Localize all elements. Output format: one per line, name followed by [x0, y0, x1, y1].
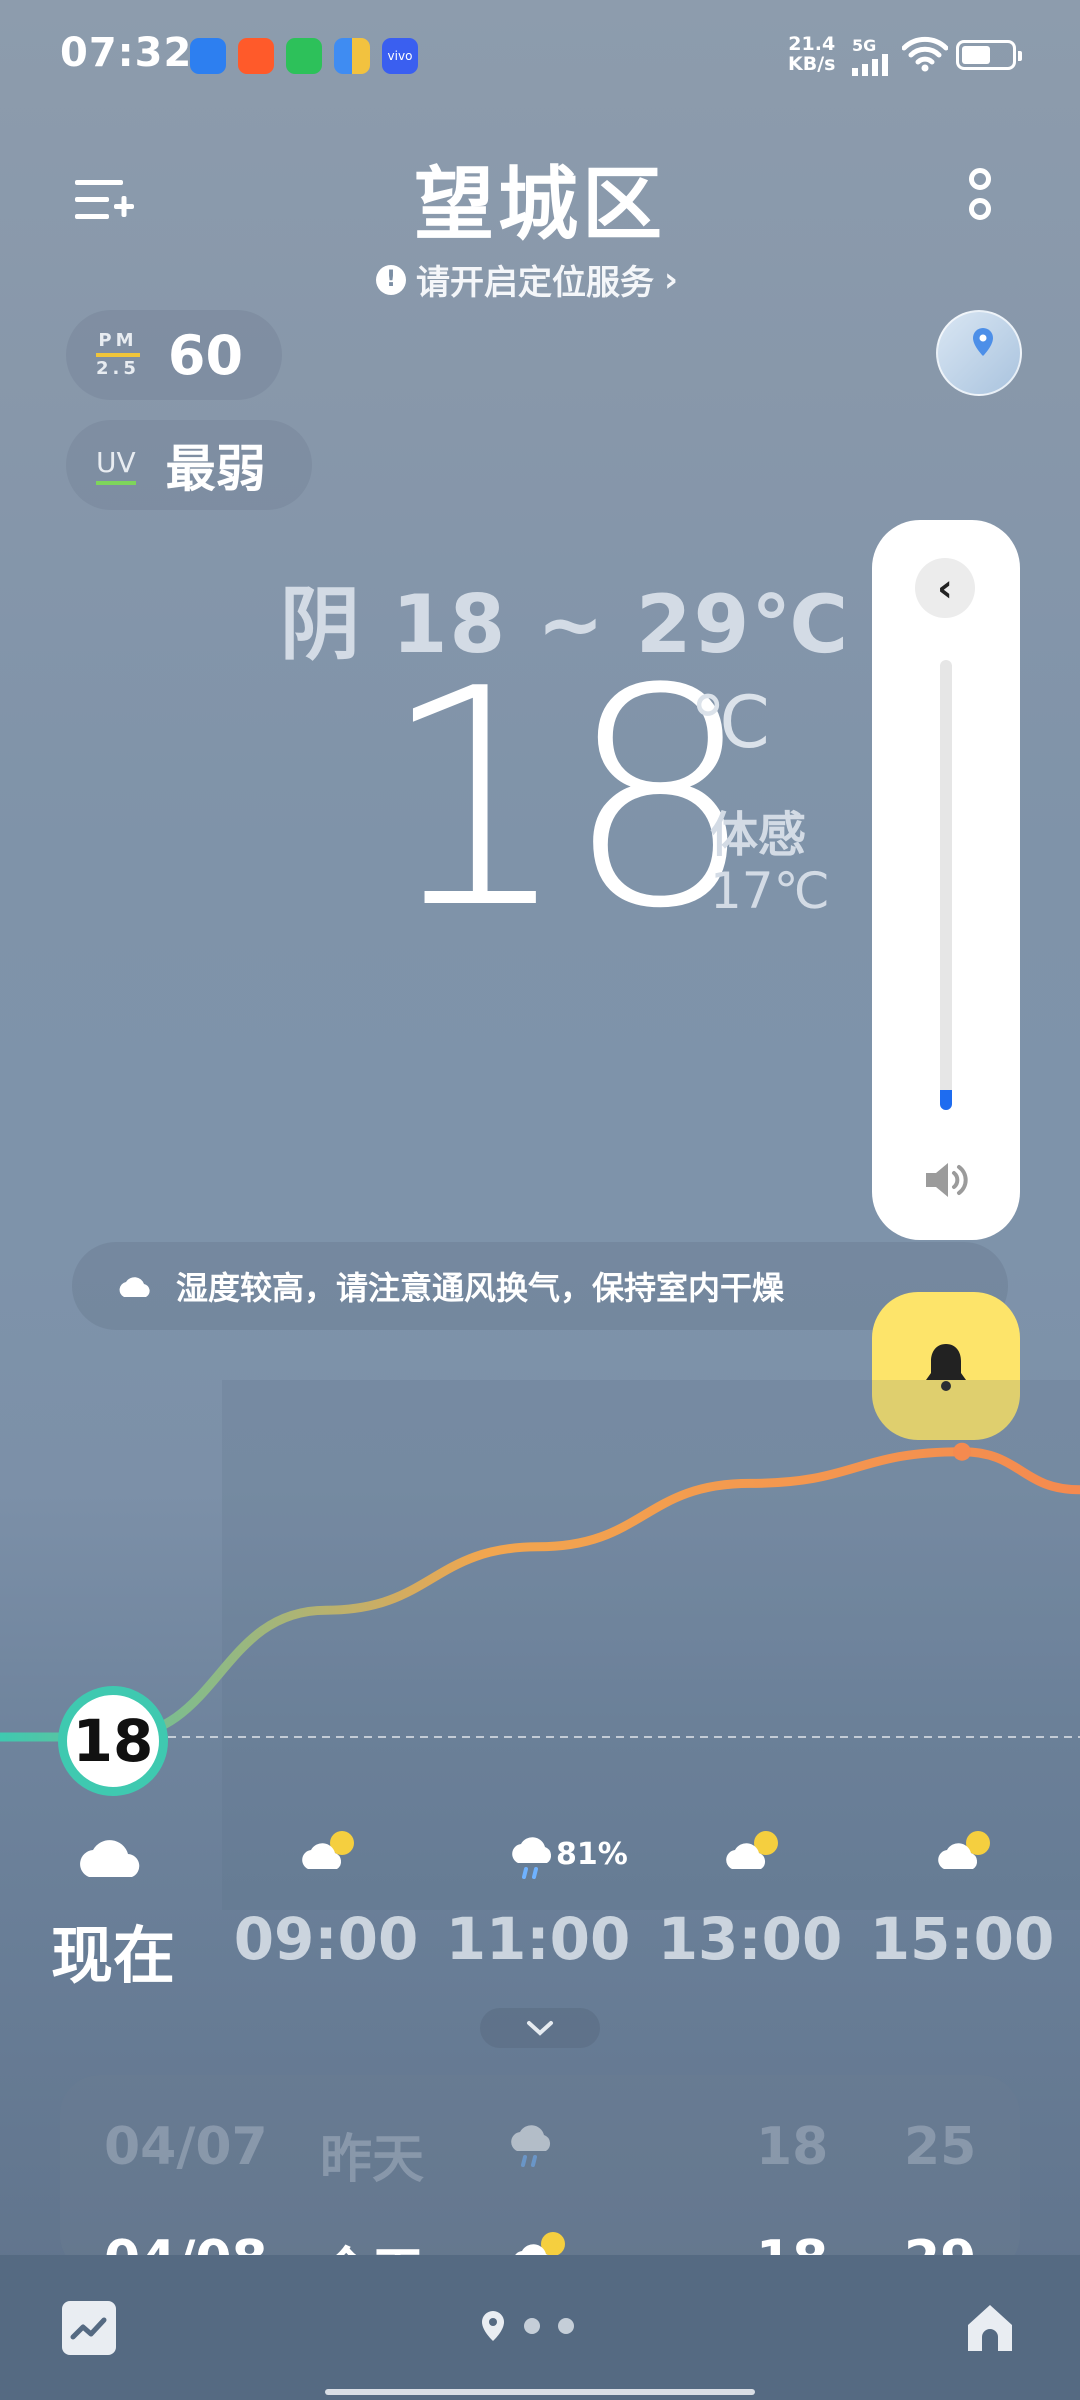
hourly-item[interactable]: 现在 [13, 1825, 213, 1995]
trend-button[interactable] [62, 2301, 116, 2355]
app-blue-yellow-icon [334, 38, 370, 74]
city-page-indicator [480, 2309, 574, 2343]
trend-chart-icon [70, 2317, 107, 2340]
status-time: 07:32 [60, 30, 193, 76]
location-indicator-icon [482, 2311, 504, 2341]
location-service-prompt[interactable]: ! 请开启定位服务 › [376, 255, 678, 304]
volume-slider-fill [940, 1090, 952, 1110]
uv-pill[interactable]: UV 最弱 [66, 420, 312, 510]
alert-icon: ! [376, 264, 406, 295]
speaker-icon[interactable] [918, 1152, 974, 1208]
uv-value: 最弱 [165, 440, 266, 498]
daily-day: 昨天 [320, 2130, 425, 2190]
hourly-item[interactable]: 15:00 [862, 1825, 1062, 1973]
hourly-time: 15:00 [869, 1905, 1055, 1973]
volume-panel: ‹ [872, 520, 1020, 1240]
expand-forecast-button[interactable] [480, 2008, 600, 2048]
hourly-time: 09:00 [233, 1905, 419, 1973]
pm25-label: PM 2.5 [96, 330, 140, 379]
daily-row[interactable]: 04/07 昨天 18 25 [60, 2117, 1020, 2190]
page-dot [524, 2318, 540, 2334]
hourly-time: 11:00 [445, 1905, 631, 1973]
page-dot [558, 2318, 574, 2334]
hourly-item[interactable]: 13:00 [650, 1825, 850, 1973]
volume-slider[interactable] [940, 660, 952, 1110]
partly-cloudy-icon [938, 1831, 990, 1869]
current-temp-badge: 18 [58, 1686, 168, 1796]
net-speed-value: 21.4 [788, 33, 836, 55]
chevron-down-icon [527, 2021, 553, 2036]
wechat-icon [286, 38, 322, 74]
weather-tip-banner[interactable]: 湿度较高，请注意通风换气，保持室内干燥 [72, 1242, 1008, 1330]
temperature-series-line [0, 1447, 1080, 1742]
temperature-point [953, 1442, 971, 1461]
cloud-icon [80, 1840, 140, 1877]
map-button[interactable] [936, 310, 1022, 396]
location-hint-text: 请开启定位服务 [416, 263, 654, 303]
partly-cloudy-icon [302, 1831, 354, 1869]
daily-low: 18 [756, 2117, 829, 2177]
chevron-right-icon: › [664, 259, 679, 300]
city-manage-button[interactable] [70, 170, 140, 230]
temperature-unit: ℃ [690, 680, 771, 764]
more-options-button[interactable] [960, 168, 1000, 232]
gesture-bar[interactable] [325, 2389, 755, 2395]
network-type: 5G [852, 36, 877, 55]
app-orange-icon [238, 38, 274, 74]
daily-forecast-card[interactable]: 04/07昨天182504/08今天1829 [60, 2075, 1020, 2275]
battery-icon [956, 40, 1022, 70]
cloud-icon [119, 1277, 150, 1297]
hourly-time: 13:00 [657, 1905, 843, 1973]
net-speed: 21.4 KB/s [788, 34, 835, 74]
precipitation-chance: 81% [556, 1837, 628, 1872]
city-title: 望城区 [414, 158, 666, 251]
hourly-forecast: 现在 09:00 81% 11:00 13:00 15:00 [0, 1825, 1080, 1995]
weather-tip-text: 湿度较高，请注意通风换气，保持室内干燥 [176, 1269, 785, 1307]
bottom-toolbar [0, 2255, 1080, 2400]
hourly-time: 现在 [50, 1919, 175, 1992]
feels-like-label: 体感 [710, 807, 807, 863]
daily-high: 25 [904, 2117, 977, 2177]
wifi-icon [902, 36, 948, 72]
hourly-item[interactable]: 81% 11:00 [438, 1825, 638, 1973]
volume-collapse-button[interactable]: ‹ [915, 558, 975, 618]
temperature-trend-chart [0, 1442, 1080, 1742]
cellular-signal-icon: 5G [852, 38, 888, 76]
uv-label: UV [96, 446, 136, 485]
rain-cloud-icon [511, 2125, 551, 2167]
location-pin-icon [973, 328, 993, 356]
pm25-value: 60 [167, 323, 244, 387]
home-icon[interactable] [960, 2297, 1020, 2357]
pm25-pill[interactable]: PM 2.5 60 [66, 310, 282, 400]
notification-app-icons: vivo [190, 38, 418, 74]
net-speed-unit: KB/s [788, 53, 836, 75]
partly-cloudy-icon [726, 1831, 778, 1869]
hourly-item[interactable]: 09:00 [226, 1825, 426, 1973]
app-blue-icon [190, 38, 226, 74]
daily-weather-icon [505, 2113, 569, 2190]
feels-like-value: 17℃ [710, 862, 830, 920]
vivo-icon: vivo [382, 38, 418, 74]
daily-date: 04/07 [104, 2117, 268, 2177]
